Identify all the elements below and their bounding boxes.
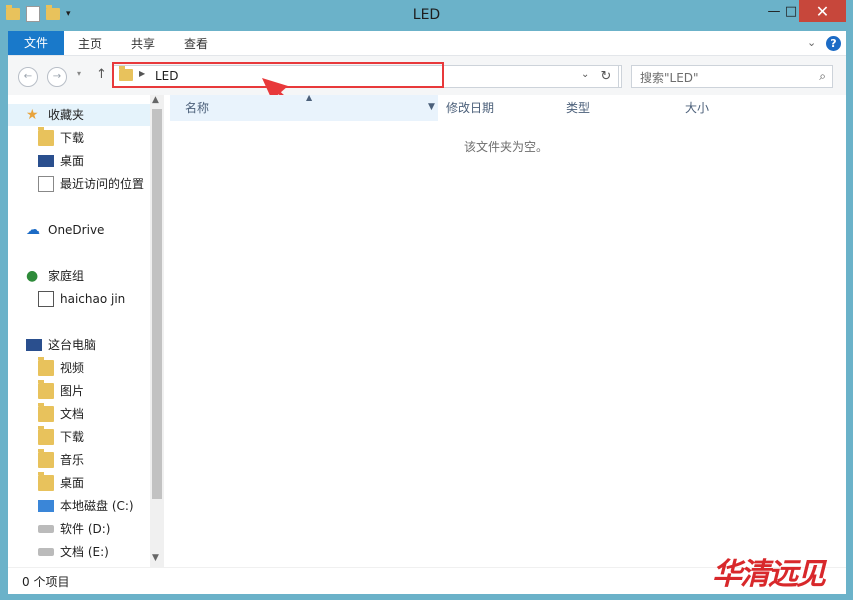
search-icon[interactable]: ⌕ [819, 69, 826, 84]
sidebar-item-label: 桌面 [60, 476, 85, 490]
sidebar-item-label: 收藏夹 [48, 108, 85, 122]
sidebar-item-label: 桌面 [60, 154, 85, 168]
column-name[interactable]: 名称 [185, 95, 209, 121]
ribbon-tabs: 文件 主页 共享 查看 ⌄ ? [8, 31, 846, 55]
scrollbar-thumb[interactable] [152, 109, 162, 499]
sidebar-item-label: 本地磁盘 (C:) [60, 499, 134, 513]
sidebar-item-label: 音乐 [60, 453, 85, 467]
sidebar-item-label: 下载 [60, 131, 85, 145]
downloads-icon [38, 127, 54, 146]
tab-share[interactable]: 共享 [131, 31, 155, 55]
sidebar-item-label: 文档 (E:) [60, 545, 109, 559]
desktop-icon [38, 155, 54, 167]
help-icon[interactable]: ? [826, 36, 841, 51]
window-title: LED [412, 7, 441, 23]
sidebar-item-label: 软件 (D:) [60, 522, 111, 536]
tab-file[interactable]: 文件 [8, 31, 64, 55]
star-icon: ★ [26, 107, 39, 123]
sidebar-item-label: 最近访问的位置 [60, 177, 145, 191]
sidebar-item-drive-c[interactable]: 本地磁盘 (C:) [38, 495, 134, 517]
sidebar-item-videos[interactable]: 视频 [38, 357, 84, 379]
sidebar-item-music[interactable]: 音乐 [38, 449, 84, 471]
computer-icon [26, 339, 42, 351]
sidebar-item-this-pc[interactable]: 这台电脑 [26, 334, 96, 356]
drive-icon [38, 525, 54, 533]
tab-home[interactable]: 主页 [78, 31, 102, 55]
sidebar-item-user[interactable]: haichao jin [38, 288, 125, 310]
windows-drive-icon [38, 500, 54, 512]
sidebar-item-label: OneDrive [48, 223, 105, 237]
sort-ascending-icon: ▲ [306, 93, 313, 102]
column-name-header-bg [170, 95, 438, 121]
sidebar-item-label: 文档 [60, 407, 85, 421]
recent-locations-icon[interactable]: ▾ [77, 69, 81, 78]
homegroup-icon: ● [26, 268, 39, 284]
tab-view[interactable]: 查看 [184, 31, 208, 55]
pictures-icon [38, 380, 54, 399]
empty-folder-message: 该文件夹为空。 [464, 140, 549, 154]
up-button[interactable]: ↑ [96, 67, 107, 82]
column-size[interactable]: 大小 [685, 95, 709, 121]
title-bar: ▾ LED — □ ✕ [0, 0, 853, 31]
column-type[interactable]: 类型 [566, 95, 590, 121]
explorer-window: ▾ LED — □ ✕ 文件 主页 共享 查看 ⌄ ? ← → ▾ ↑ ▶ LE… [0, 0, 853, 600]
scroll-down-icon[interactable]: ▼ [152, 553, 159, 563]
cloud-icon: ☁ [26, 222, 40, 238]
sidebar-item-drive-e[interactable]: 文档 (E:) [38, 541, 109, 563]
item-count: 0 个项目 [22, 575, 70, 589]
sidebar-item-desktop[interactable]: 桌面 [38, 150, 84, 172]
desktop-folder-icon [38, 472, 54, 491]
sidebar-item-pictures[interactable]: 图片 [38, 380, 84, 402]
column-date-modified[interactable]: 修改日期 [446, 95, 494, 121]
user-icon [38, 291, 54, 307]
expand-ribbon-icon[interactable]: ⌄ [807, 36, 816, 49]
sidebar-item-label: 图片 [60, 384, 85, 398]
sidebar-item-downloads-pc[interactable]: 下载 [38, 426, 84, 448]
sidebar-scrollbar[interactable]: ▲ ▼ [150, 95, 164, 567]
sidebar-item-label: 视频 [60, 361, 85, 375]
sidebar-item-drive-d[interactable]: 软件 (D:) [38, 518, 110, 540]
scroll-up-icon[interactable]: ▲ [152, 95, 159, 105]
downloads-icon [38, 426, 54, 445]
forward-button[interactable]: → [47, 67, 67, 87]
sidebar-item-label: 家庭组 [48, 269, 85, 283]
sidebar-item-recent[interactable]: 最近访问的位置 [38, 173, 144, 195]
search-input[interactable]: 搜索"LED" ⌕ [631, 65, 833, 88]
documents-icon [38, 403, 54, 422]
drive-icon [38, 548, 54, 556]
maximize-button[interactable]: □ [782, 0, 800, 22]
sidebar-item-label: 下载 [60, 430, 85, 444]
search-placeholder: 搜索"LED" [640, 71, 699, 85]
column-filter-dropdown-icon[interactable]: ▼ [428, 102, 435, 112]
sidebar-item-onedrive[interactable]: ☁ OneDrive [26, 219, 104, 241]
recent-places-icon [38, 176, 54, 192]
sidebar-item-label: haichao jin [60, 292, 126, 306]
content-area: ★ 收藏夹 下载 桌面 最近访问的位置 ☁ OneDrive ● 家庭组 haicha… [8, 93, 846, 567]
refresh-button[interactable]: ↻ [594, 65, 619, 88]
address-dropdown-icon[interactable]: ⌄ [581, 69, 589, 80]
sidebar-item-homegroup[interactable]: ● 家庭组 [26, 265, 84, 287]
sidebar-item-label: 这台电脑 [48, 338, 97, 352]
sidebar-item-desktop-pc[interactable]: 桌面 [38, 472, 84, 494]
back-button[interactable]: ← [18, 67, 38, 87]
sidebar-item-favorites[interactable]: ★ 收藏夹 [8, 104, 150, 126]
videos-icon [38, 357, 54, 376]
close-button[interactable]: ✕ [799, 0, 846, 22]
navigation-pane: ★ 收藏夹 下载 桌面 最近访问的位置 ☁ OneDrive ● 家庭组 haicha… [8, 95, 150, 567]
music-icon [38, 449, 54, 468]
watermark-logo: 华清远见 [712, 557, 826, 592]
sidebar-item-documents[interactable]: 文档 [38, 403, 84, 425]
sidebar-item-downloads[interactable]: 下载 [38, 127, 84, 149]
